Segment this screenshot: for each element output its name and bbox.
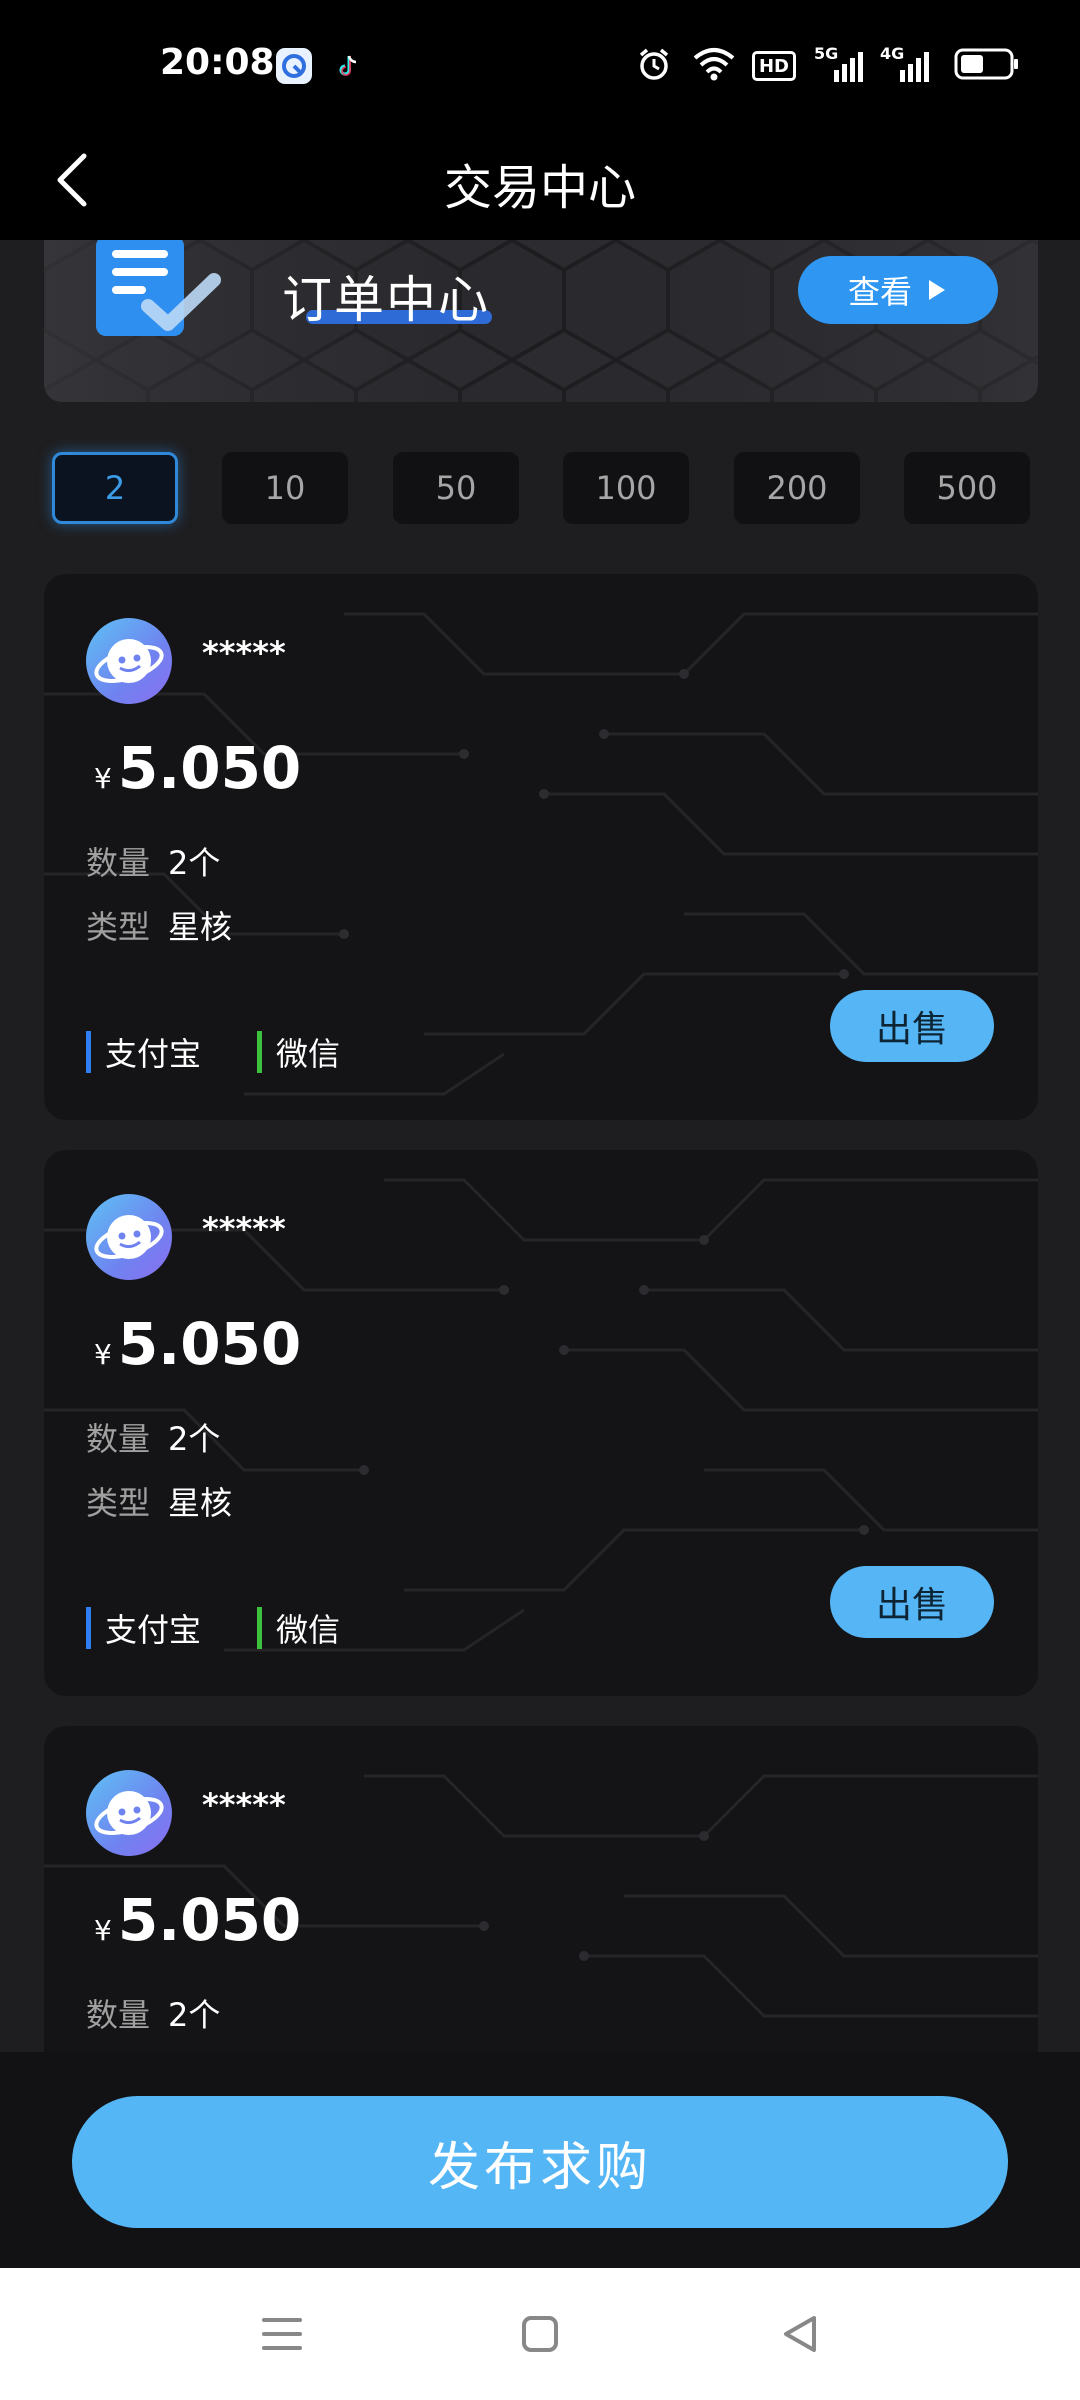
play-triangle-icon [929,280,945,300]
amount-chip-500[interactable]: 500 [904,452,1030,524]
type-label: 类型 [86,1484,151,1522]
price: ¥ 5.050 [94,1886,301,1954]
menu-icon [262,2318,302,2350]
planet-icon [94,639,164,683]
quantity-value: 2个 [168,844,221,882]
price-value: 5.050 [117,1310,302,1378]
quantity-value: 2个 [168,1996,221,2034]
status-bar: 20:08 HD 5G 4G [0,0,1080,120]
price-currency: ¥ [94,762,112,795]
menu-button[interactable] [250,2302,314,2366]
sell-button[interactable]: 出售 [830,1566,994,1638]
status-right-icons: HD 5G 4G [636,44,1020,86]
price-value: 5.050 [117,1886,302,1954]
alipay-label: 支付宝 [105,1611,202,1649]
amount-chip-2[interactable]: 2 [52,452,178,524]
quantity-row: 数量 2个 [86,1414,220,1460]
app-root: 20:08 HD 5G 4G 交易中心 订单中心 查看 2 10 50 100 … [0,0,1080,2400]
alipay-bar [86,1031,91,1073]
seller-avatar [86,1194,172,1280]
listing-card: ***** ¥ 5.050 数量 2个 类型 星核 支付宝 微信 出售 [44,574,1038,1120]
payment-methods: 支付宝 微信 [86,1606,396,1650]
tiktok-icon [330,48,366,84]
battery-icon [954,47,1020,85]
quantity-label: 数量 [86,1420,151,1458]
home-square-icon [522,2316,558,2352]
amount-filter-row: 2 10 50 100 200 500 [0,452,1080,528]
payment-alipay: 支付宝 [86,1605,201,1651]
type-row: 类型 星核 [86,902,232,948]
page-title: 交易中心 [443,160,636,216]
wechat-bar [257,1031,263,1073]
document-check-icon [96,240,221,336]
qq-browser-icon [276,48,312,84]
amount-chip-10[interactable]: 10 [222,452,348,524]
quantity-value: 2个 [168,1420,221,1458]
price-value: 5.050 [117,734,302,802]
scroll-content[interactable]: 订单中心 查看 2 10 50 100 200 500 ***** ¥ 5.05… [0,240,1080,2052]
wechat-label: 微信 [276,1611,341,1649]
type-value: 星核 [168,908,233,946]
seller-name: ***** [202,1786,286,1824]
planet-icon [94,1215,164,1259]
app-header: 交易中心 [0,120,1080,240]
hd-icon: HD [752,51,796,81]
quantity-label: 数量 [86,1996,151,2034]
alipay-bar [86,1607,91,1649]
quantity-row: 数量 2个 [86,838,220,884]
order-center-banner: 订单中心 查看 [44,240,1038,402]
bottom-action-bar: 发布求购 [0,2052,1080,2268]
alipay-label: 支付宝 [105,1035,202,1073]
sell-button[interactable]: 出售 [830,990,994,1062]
type-row: 类型 星核 [86,1478,232,1524]
payment-alipay: 支付宝 [86,1029,201,1075]
seller-name: ***** [202,634,286,672]
system-nav-bar [0,2268,1080,2400]
seller-avatar [86,618,172,704]
amount-chip-100[interactable]: 100 [563,452,689,524]
banner-title: 订单中心 [282,271,490,329]
back-triangle-icon [784,2316,816,2352]
amount-chip-50[interactable]: 50 [393,452,519,524]
home-button[interactable] [508,2302,572,2366]
back-nav-button[interactable] [768,2302,832,2366]
payment-methods: 支付宝 微信 [86,1030,396,1074]
view-button-label: 查看 [847,273,912,311]
payment-wechat: 微信 [257,1029,340,1075]
listing-card: ***** ¥ 5.050 数量 2个 [44,1726,1038,2052]
amount-chip-200[interactable]: 200 [734,452,860,524]
signal-5g-icon: 5G [814,44,864,84]
price: ¥ 5.050 [94,1310,301,1378]
seller-name: ***** [202,1210,286,1248]
view-orders-button[interactable]: 查看 [798,256,998,324]
alarm-icon [636,46,672,86]
type-value: 星核 [168,1484,233,1522]
listing-card: ***** ¥ 5.050 数量 2个 类型 星核 支付宝 微信 出售 [44,1150,1038,1696]
publish-buy-request-button[interactable]: 发布求购 [72,2096,1008,2228]
wifi-icon [692,46,736,86]
payment-wechat: 微信 [257,1605,340,1651]
type-label: 类型 [86,908,151,946]
status-time: 20:08 [160,42,275,83]
seller-avatar [86,1770,172,1856]
price-currency: ¥ [94,1338,112,1371]
quantity-row: 数量 2个 [86,1990,220,2036]
quantity-label: 数量 [86,844,151,882]
price: ¥ 5.050 [94,734,301,802]
wechat-label: 微信 [276,1035,341,1073]
planet-icon [94,1791,164,1835]
wechat-bar [257,1607,263,1649]
price-currency: ¥ [94,1914,112,1947]
signal-4g-icon: 4G [880,44,930,84]
